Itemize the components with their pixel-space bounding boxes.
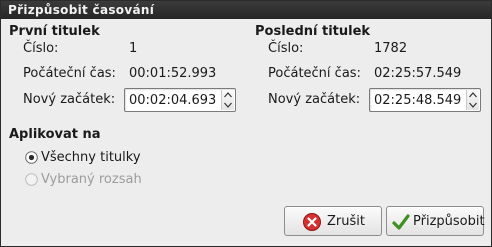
radio-selected-range[interactable] [25, 173, 38, 186]
adjust-timing-dialog: Přizpůsobit časování První titulek Číslo… [0, 0, 492, 247]
cancel-button[interactable]: Zrušit [284, 206, 382, 236]
cancel-icon [302, 212, 322, 232]
first-number-value: 1 [129, 41, 138, 56]
window-title: Přizpůsobit časování [8, 3, 155, 17]
apply-to-heading: Aplikovat na [9, 127, 101, 142]
spin-up-icon[interactable] [467, 90, 479, 100]
title-bar[interactable]: Přizpůsobit časování [1, 1, 491, 19]
first-subtitle-heading: První titulek [9, 24, 100, 39]
last-new-start-spinbutton[interactable] [369, 88, 481, 112]
last-number-label: Číslo: [268, 41, 304, 56]
first-new-start-input[interactable] [125, 89, 221, 111]
radio-all-subtitles-label[interactable]: Všechny titulky [41, 150, 141, 165]
spin-down-icon[interactable] [222, 100, 234, 110]
checkmark-icon [391, 212, 411, 232]
radio-selected-range-label[interactable]: Vybraný rozsah [41, 172, 142, 187]
first-start-time-label: Počáteční čas: [23, 66, 116, 81]
last-spin-arrows [466, 90, 479, 110]
last-new-start-input[interactable] [370, 89, 466, 111]
first-number-label: Číslo: [23, 41, 59, 56]
first-start-time-value: 00:01:52.993 [129, 66, 217, 81]
first-spin-arrows [221, 90, 234, 110]
adjust-button[interactable]: Přizpůsobit [386, 206, 485, 236]
radio-all-subtitles[interactable] [25, 151, 38, 164]
last-start-time-label: Počáteční čas: [268, 66, 361, 81]
spin-up-icon[interactable] [222, 90, 234, 100]
first-new-start-label: Nový začátek: [23, 92, 116, 107]
last-subtitle-heading: Poslední titulek [255, 24, 371, 39]
first-new-start-spinbutton[interactable] [124, 88, 236, 112]
adjust-button-label: Přizpůsobit [413, 214, 485, 229]
last-new-start-label: Nový začátek: [268, 92, 361, 107]
last-start-time-value: 02:25:57.549 [374, 66, 462, 81]
last-number-value: 1782 [374, 41, 408, 56]
spin-down-icon[interactable] [467, 100, 479, 110]
cancel-button-label: Zrušit [327, 214, 365, 229]
